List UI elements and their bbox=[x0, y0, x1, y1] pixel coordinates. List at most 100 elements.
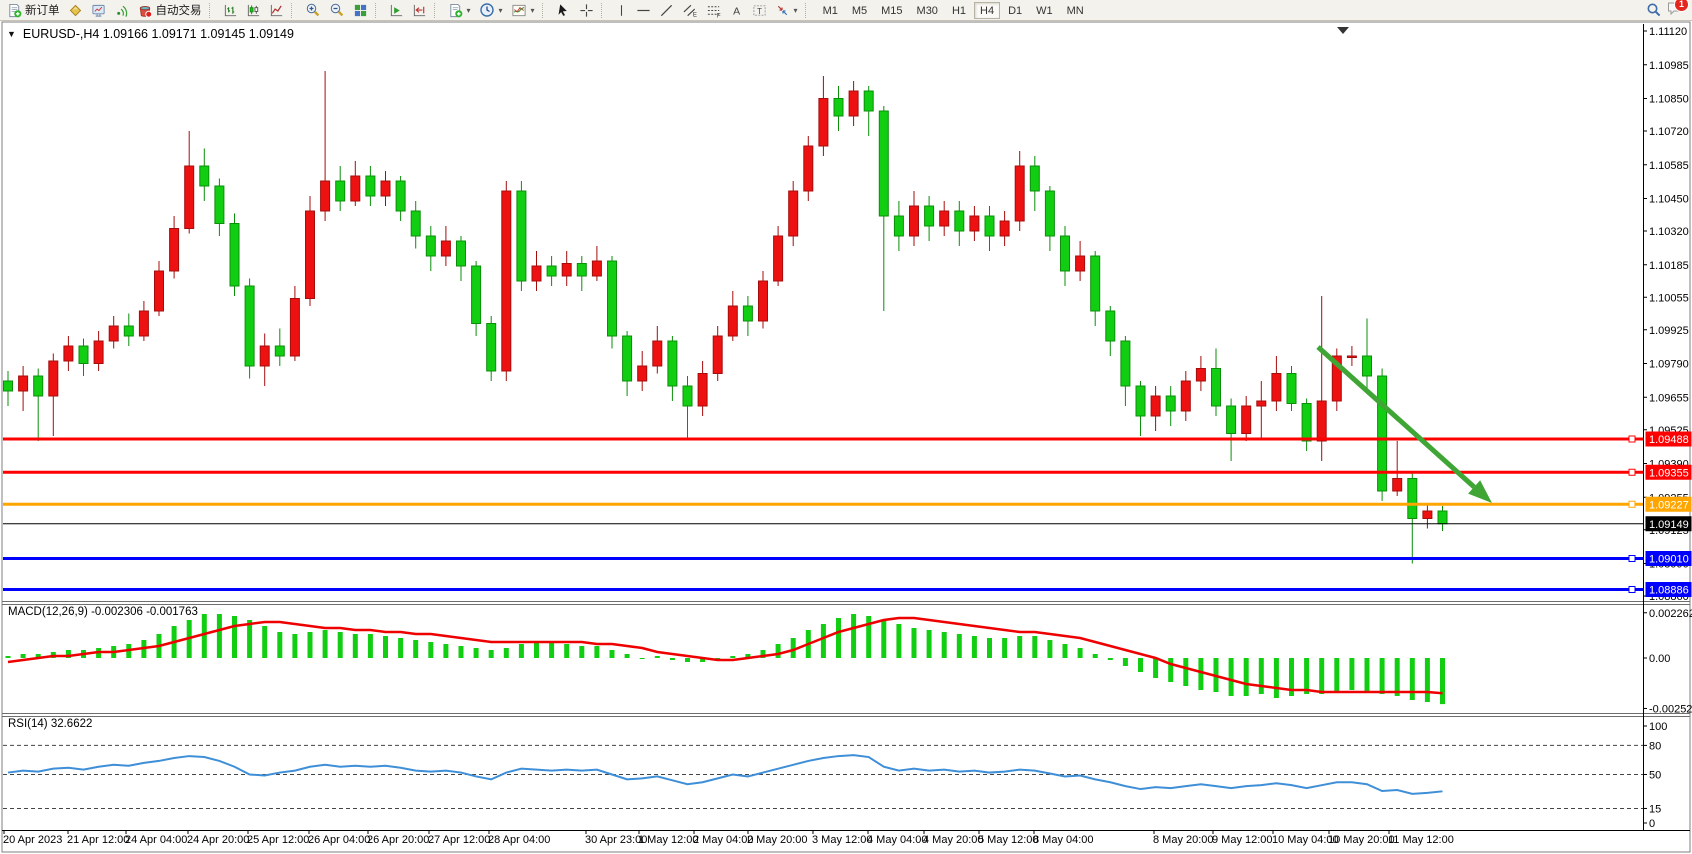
timeframe-button-MN[interactable]: MN bbox=[1061, 2, 1090, 19]
periods-button[interactable]: ▾ bbox=[475, 1, 507, 20]
macd-histogram-bar bbox=[640, 658, 645, 659]
candle bbox=[94, 341, 103, 364]
tile-windows-button[interactable] bbox=[349, 1, 372, 20]
auto-trading-button[interactable]: 自动交易 bbox=[133, 1, 206, 20]
candlestick-chart-icon bbox=[246, 3, 261, 18]
cursor-button[interactable] bbox=[552, 1, 575, 20]
price-tag-label: 1.09355 bbox=[1649, 467, 1689, 479]
candle bbox=[985, 216, 994, 236]
macd-scale-label: 0.002262 bbox=[1649, 608, 1692, 620]
svg-text:F: F bbox=[716, 12, 720, 17]
candle bbox=[124, 326, 133, 336]
price-axis-label: 1.10585 bbox=[1649, 160, 1689, 172]
macd-histogram-bar bbox=[579, 646, 584, 658]
macd-histogram-bar bbox=[519, 644, 524, 658]
time-axis-label: 2 May 20:00 bbox=[747, 834, 808, 846]
arrows-tool-button[interactable]: ▾ bbox=[771, 1, 802, 20]
macd-histogram-bar bbox=[1229, 658, 1234, 696]
toolbar: 新订单 自动交易 bbox=[0, 0, 1692, 21]
price-axis-label: 1.10055 bbox=[1649, 292, 1689, 304]
trendline-tool-button[interactable] bbox=[655, 1, 678, 20]
macd-histogram-bar bbox=[1002, 638, 1007, 658]
vertical-line-tool-button[interactable] bbox=[611, 1, 632, 20]
line-handle[interactable] bbox=[1629, 436, 1635, 442]
chart-dropdown-icon[interactable]: ▼ bbox=[7, 29, 16, 39]
candle bbox=[623, 336, 632, 381]
dropdown-caret-icon: ▾ bbox=[499, 6, 503, 15]
macd-histogram-bar bbox=[972, 636, 977, 658]
terminal-button[interactable] bbox=[87, 1, 110, 20]
line-handle[interactable] bbox=[1629, 501, 1635, 507]
price-axis-label: 1.09655 bbox=[1649, 392, 1689, 404]
macd-histogram-bar bbox=[685, 658, 690, 662]
notification-badge: 1 bbox=[1674, 0, 1689, 12]
text-tool-button[interactable]: A bbox=[726, 1, 748, 20]
price-tag-label: 1.09010 bbox=[1649, 554, 1689, 566]
macd-histogram-bar bbox=[564, 644, 569, 658]
text-icon: A bbox=[730, 3, 744, 18]
rsi-scale-label: 0 bbox=[1649, 818, 1655, 830]
macd-histogram-bar bbox=[1425, 658, 1430, 702]
chat-notification[interactable]: 1 bbox=[1666, 0, 1683, 21]
candle bbox=[34, 376, 43, 396]
chart-shift-button[interactable] bbox=[408, 1, 431, 20]
time-axis-label: 10 May 20:00 bbox=[1328, 834, 1395, 846]
indicators-button[interactable]: ▾ bbox=[507, 1, 539, 20]
candlestick-chart-button[interactable] bbox=[242, 1, 265, 20]
fibonacci-tool-button[interactable]: F bbox=[702, 1, 726, 20]
templates-button[interactable]: ▾ bbox=[444, 1, 475, 20]
macd-histogram-bar bbox=[1410, 658, 1415, 700]
timeframe-button-H1[interactable]: H1 bbox=[946, 2, 972, 19]
chart-window[interactable]: 1.111201.109851.108501.107201.105851.104… bbox=[0, 0, 1692, 854]
line-handle[interactable] bbox=[1629, 587, 1635, 593]
candle bbox=[910, 206, 919, 236]
macd-histogram-bar bbox=[957, 634, 962, 658]
macd-scale-label: -0.002523 bbox=[1649, 703, 1692, 715]
macd-histogram-bar bbox=[1395, 658, 1400, 696]
chart-canvas[interactable]: 1.111201.109851.108501.107201.105851.104… bbox=[0, 0, 1692, 854]
market-watch-button[interactable] bbox=[64, 1, 87, 20]
price-axis-label: 1.11120 bbox=[1649, 26, 1687, 38]
channel-tool-button[interactable]: E bbox=[678, 1, 702, 20]
price-axis-label: 1.10185 bbox=[1649, 260, 1689, 272]
zoom-out-icon bbox=[329, 2, 345, 18]
svg-text:A: A bbox=[733, 5, 740, 17]
timeframe-button-M15[interactable]: M15 bbox=[875, 2, 908, 19]
search-button[interactable] bbox=[1642, 1, 1666, 20]
candle bbox=[1181, 381, 1190, 411]
timeframe-button-H4[interactable]: H4 bbox=[974, 2, 1000, 19]
time-axis-label: 1 May 12:00 bbox=[638, 834, 699, 846]
rsi-indicator-label: RSI(14) 32.6622 bbox=[8, 718, 92, 730]
bar-chart-button[interactable] bbox=[219, 1, 242, 20]
vertical-line-icon bbox=[615, 3, 628, 18]
timeframe-button-M30[interactable]: M30 bbox=[911, 2, 944, 19]
candle bbox=[804, 146, 813, 191]
macd-histogram-bar bbox=[594, 646, 599, 658]
zoom-in-button[interactable] bbox=[301, 1, 325, 20]
macd-histogram-bar bbox=[1123, 658, 1128, 666]
zoom-out-button[interactable] bbox=[325, 1, 349, 20]
timeframe-button-M1[interactable]: M1 bbox=[817, 2, 844, 19]
line-chart-button[interactable] bbox=[265, 1, 288, 20]
macd-histogram-bar bbox=[655, 656, 660, 658]
macd-histogram-bar bbox=[1093, 654, 1098, 658]
macd-histogram-bar bbox=[1183, 658, 1188, 686]
crosshair-button[interactable] bbox=[575, 1, 598, 20]
timeframe-button-W1[interactable]: W1 bbox=[1030, 2, 1059, 19]
timeframe-button-D1[interactable]: D1 bbox=[1002, 2, 1028, 19]
candle bbox=[1121, 341, 1130, 386]
time-axis-label: 4 May 20:00 bbox=[923, 834, 984, 846]
signals-button[interactable] bbox=[110, 1, 133, 20]
new-order-button[interactable]: 新订单 bbox=[3, 1, 64, 20]
horizontal-line-tool-button[interactable] bbox=[632, 1, 655, 20]
timeframe-button-M5[interactable]: M5 bbox=[846, 2, 873, 19]
macd-histogram-bar bbox=[262, 626, 267, 658]
time-axis-label: 20 Apr 2023 bbox=[3, 834, 62, 846]
line-handle[interactable] bbox=[1629, 556, 1635, 562]
line-handle[interactable] bbox=[1629, 469, 1635, 475]
candle bbox=[698, 374, 707, 407]
text-label-tool-button[interactable]: T bbox=[748, 1, 771, 20]
auto-scroll-button[interactable] bbox=[385, 1, 408, 20]
candle bbox=[49, 361, 58, 396]
candle bbox=[970, 216, 979, 231]
